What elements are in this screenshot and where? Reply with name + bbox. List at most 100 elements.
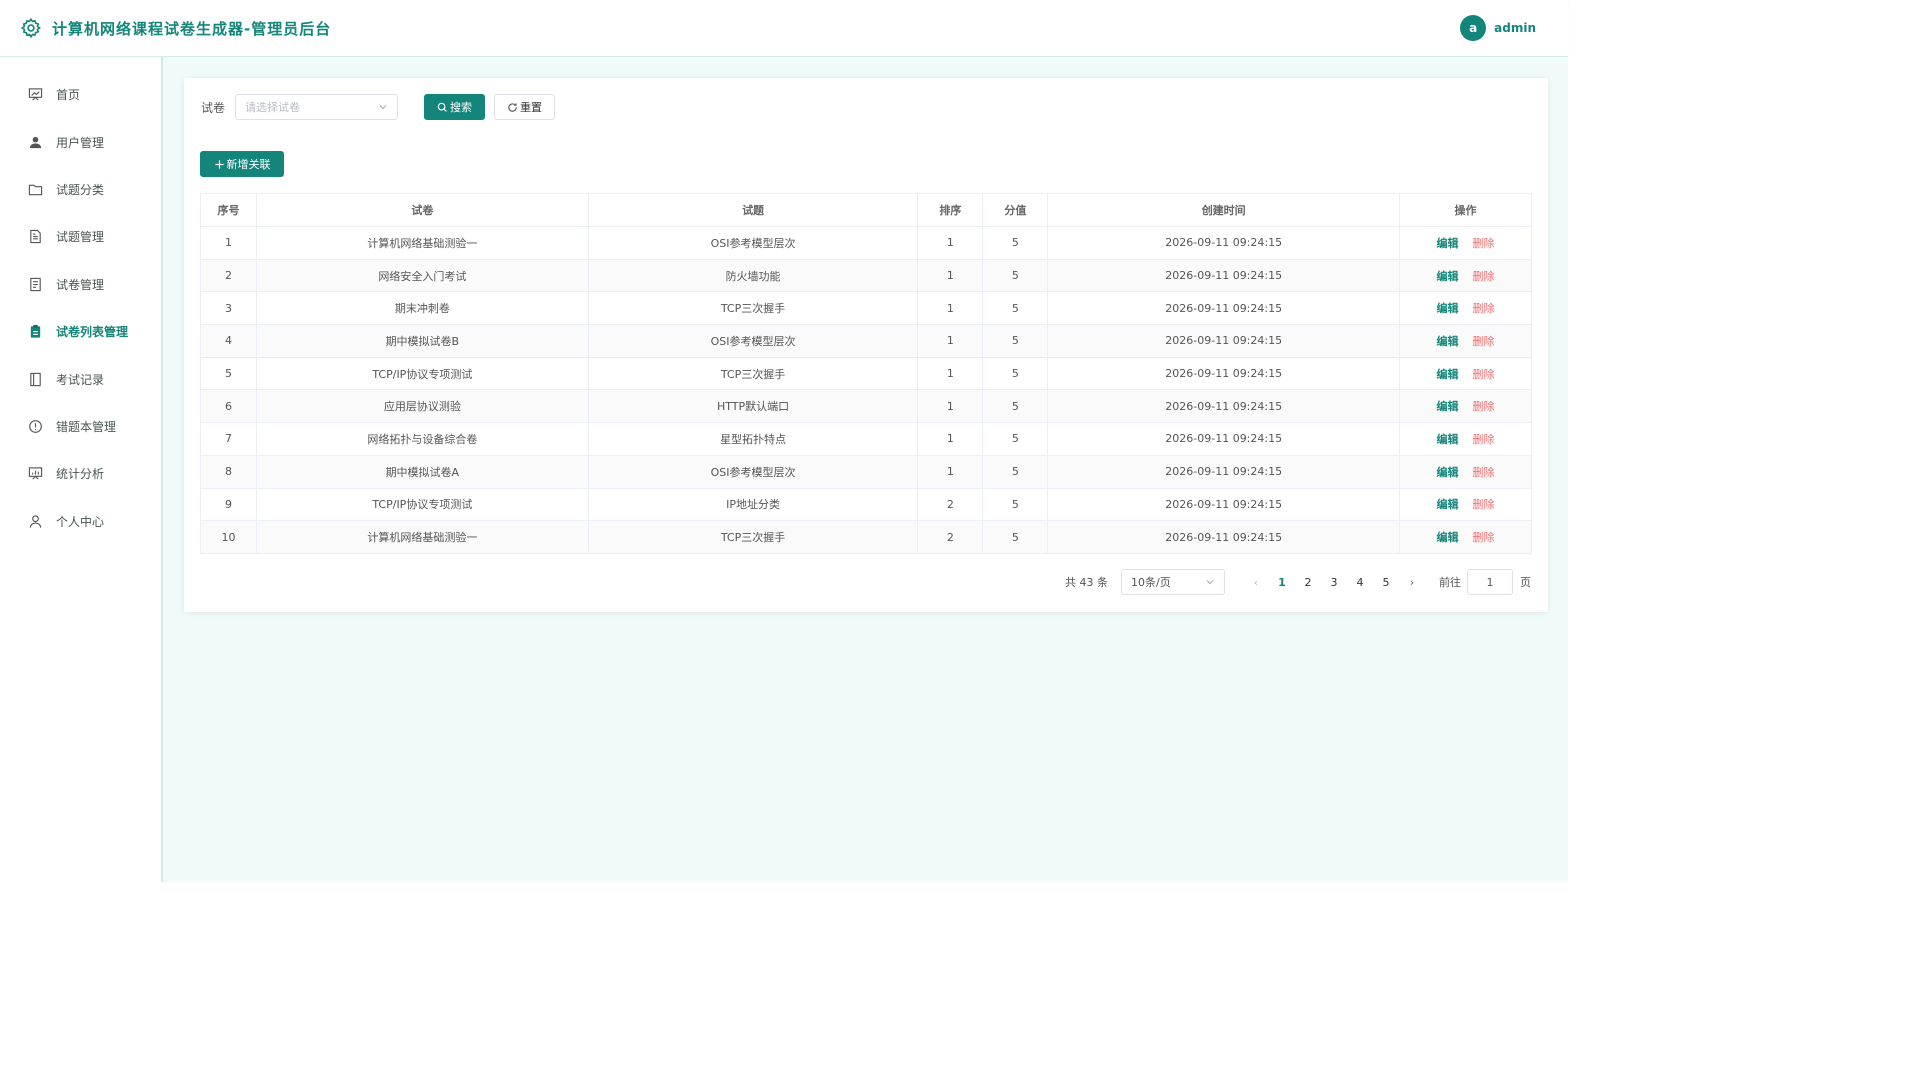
search-icon — [437, 102, 447, 112]
page-button-3[interactable]: 3 — [1321, 576, 1347, 589]
edit-button[interactable]: 编辑 — [1437, 466, 1459, 479]
sidebar-item-question-categories[interactable]: 试题分类 — [0, 166, 161, 213]
username[interactable]: admin — [1494, 21, 1536, 35]
sidebar-item-home[interactable]: 首页 — [0, 71, 161, 118]
table-row: 3 期末冲刺卷 TCP三次握手 1 5 2026-09-11 09:24:15 编辑 删除 — [200, 291, 1532, 326]
table-cell-actions: 编辑 删除 — [1399, 487, 1532, 522]
sidebar-item-label: 试题管理 — [56, 230, 105, 245]
table-cell: 星型拓扑特点 — [587, 422, 919, 456]
add-relation-button-label: 新增关联 — [226, 158, 271, 171]
search-button-label: 搜索 — [450, 101, 473, 114]
column-header: 操作 — [1399, 193, 1532, 227]
sidebar: 首页 用户管理 试题分类 试题管理 试卷管理 试卷列表管理 考试记录 错题本管理… — [0, 57, 163, 882]
edit-button[interactable]: 编辑 — [1437, 498, 1459, 511]
table-cell: TCP/IP协议专项测试 — [255, 356, 589, 391]
sidebar-item-papers[interactable]: 试卷管理 — [0, 261, 161, 308]
table-cell: 2026-09-11 09:24:15 — [1047, 422, 1401, 456]
table-row: 5 TCP/IP协议专项测试 TCP三次握手 1 5 2026-09-11 09:24:1… — [200, 356, 1532, 391]
table-cell: 1 — [917, 291, 984, 326]
sidebar-item-questions[interactable]: 试题管理 — [0, 213, 161, 260]
next-page-button[interactable]: › — [1399, 576, 1425, 589]
delete-button[interactable]: 删除 — [1473, 270, 1495, 283]
delete-button[interactable]: 删除 — [1473, 531, 1495, 544]
search-button[interactable]: 搜索 — [424, 94, 486, 120]
pagination-total: 共 43 条 — [1065, 576, 1108, 589]
edit-button[interactable]: 编辑 — [1437, 531, 1459, 544]
sidebar-item-wrong-questions[interactable]: 错题本管理 — [0, 403, 161, 450]
edit-button[interactable]: 编辑 — [1437, 433, 1459, 446]
page-button-1[interactable]: 1 — [1269, 576, 1295, 589]
table-cell: 5 — [982, 324, 1049, 358]
table-row: 8 期中模拟试卷A OSI参考模型层次 1 5 2026-09-11 09:24:15 编辑… — [200, 454, 1532, 489]
user-outline-icon — [29, 515, 42, 528]
delete-button[interactable]: 删除 — [1473, 368, 1495, 381]
table-cell: 1 — [917, 258, 984, 293]
sidebar-item-label: 考试记录 — [56, 372, 105, 387]
content-card: 试卷 请选择试卷 搜索 重置 新增关联 序号 试卷 试题 排序 分值 创建时间 … — [184, 78, 1548, 612]
edit-button[interactable]: 编辑 — [1437, 400, 1459, 413]
user-menu[interactable]: a admin — [1460, 15, 1536, 41]
table-cell-actions: 编辑 删除 — [1399, 454, 1532, 489]
page-button-4[interactable]: 4 — [1347, 576, 1373, 589]
table-cell: 2 — [917, 520, 984, 554]
document-icon — [30, 230, 41, 244]
delete-button[interactable]: 删除 — [1473, 433, 1495, 446]
avatar[interactable]: a — [1460, 15, 1487, 41]
table-cell-actions: 编辑 删除 — [1399, 324, 1532, 358]
table-cell: TCP/IP协议专项测试 — [255, 487, 589, 522]
table-cell: 1 — [917, 226, 984, 260]
table-cell: 网络拓扑与设备综合卷 — [255, 422, 589, 456]
table-cell: OSI参考模型层次 — [587, 454, 919, 489]
edit-button[interactable]: 编辑 — [1437, 368, 1459, 381]
delete-button[interactable]: 删除 — [1473, 302, 1495, 315]
sidebar-item-paper-list[interactable]: 试卷列表管理 — [0, 308, 161, 355]
page-size-value: 10条/页 — [1131, 576, 1171, 589]
delete-button[interactable]: 删除 — [1473, 466, 1495, 479]
table-cell-actions: 编辑 删除 — [1399, 520, 1532, 554]
page-button-5[interactable]: 5 — [1373, 576, 1399, 589]
sidebar-item-profile[interactable]: 个人中心 — [0, 498, 161, 545]
warning-circle-icon — [29, 420, 42, 433]
table-cell: 2026-09-11 09:24:15 — [1047, 487, 1401, 522]
prev-page-button[interactable]: ‹ — [1243, 576, 1269, 589]
delete-button[interactable]: 删除 — [1473, 400, 1495, 413]
chevron-down-icon — [379, 105, 387, 110]
table-row: 6 应用层协议测验 HTTP默认端口 1 5 2026-09-11 09:24:15 编辑 删… — [200, 389, 1532, 424]
table-cell: 1 — [917, 324, 984, 358]
table-cell: 2026-09-11 09:24:15 — [1047, 389, 1401, 424]
column-header: 试题 — [587, 193, 919, 227]
sidebar-item-statistics[interactable]: 统计分析 — [0, 450, 161, 497]
delete-button[interactable]: 删除 — [1473, 498, 1495, 511]
data-board-icon — [28, 467, 43, 480]
table-cell-actions: 编辑 删除 — [1399, 258, 1532, 293]
gear-icon — [20, 17, 42, 39]
page-button-2[interactable]: 2 — [1295, 576, 1321, 589]
sidebar-item-exam-records[interactable]: 考试记录 — [0, 355, 161, 402]
table-cell: 5 — [982, 291, 1049, 326]
table-cell-actions: 编辑 删除 — [1399, 356, 1532, 391]
reset-button[interactable]: 重置 — [494, 94, 556, 120]
edit-button[interactable]: 编辑 — [1437, 270, 1459, 283]
table-cell: 1 — [917, 454, 984, 489]
edit-button[interactable]: 编辑 — [1437, 237, 1459, 250]
tickets-icon — [30, 277, 41, 291]
sidebar-item-label: 试题分类 — [56, 182, 105, 197]
delete-button[interactable]: 删除 — [1473, 237, 1495, 250]
table-cell-actions: 编辑 删除 — [1399, 291, 1532, 326]
page-size-select[interactable]: 10条/页 — [1121, 569, 1225, 595]
pagination: 共 43 条 10条/页 ‹ 1 2 3 4 5 › 前往 1 页 — [1065, 569, 1531, 595]
delete-button[interactable]: 删除 — [1473, 335, 1495, 348]
sidebar-item-users[interactable]: 用户管理 — [0, 118, 161, 165]
table-cell: 1 — [917, 422, 984, 456]
goto-page-input[interactable]: 1 — [1467, 569, 1513, 595]
table-row: 7 网络拓扑与设备综合卷 星型拓扑特点 1 5 2026-09-11 09:24:15 编辑… — [200, 422, 1532, 456]
edit-button[interactable]: 编辑 — [1437, 302, 1459, 315]
table-cell: 应用层协议测验 — [255, 389, 589, 424]
add-relation-button[interactable]: 新增关联 — [200, 151, 284, 177]
edit-button[interactable]: 编辑 — [1437, 335, 1459, 348]
column-header: 序号 — [200, 193, 257, 227]
table-cell: 5 — [982, 422, 1049, 456]
table-cell: 计算机网络基础测验一 — [255, 520, 589, 554]
table-cell: HTTP默认端口 — [587, 389, 919, 424]
paper-select[interactable]: 请选择试卷 — [235, 94, 399, 120]
